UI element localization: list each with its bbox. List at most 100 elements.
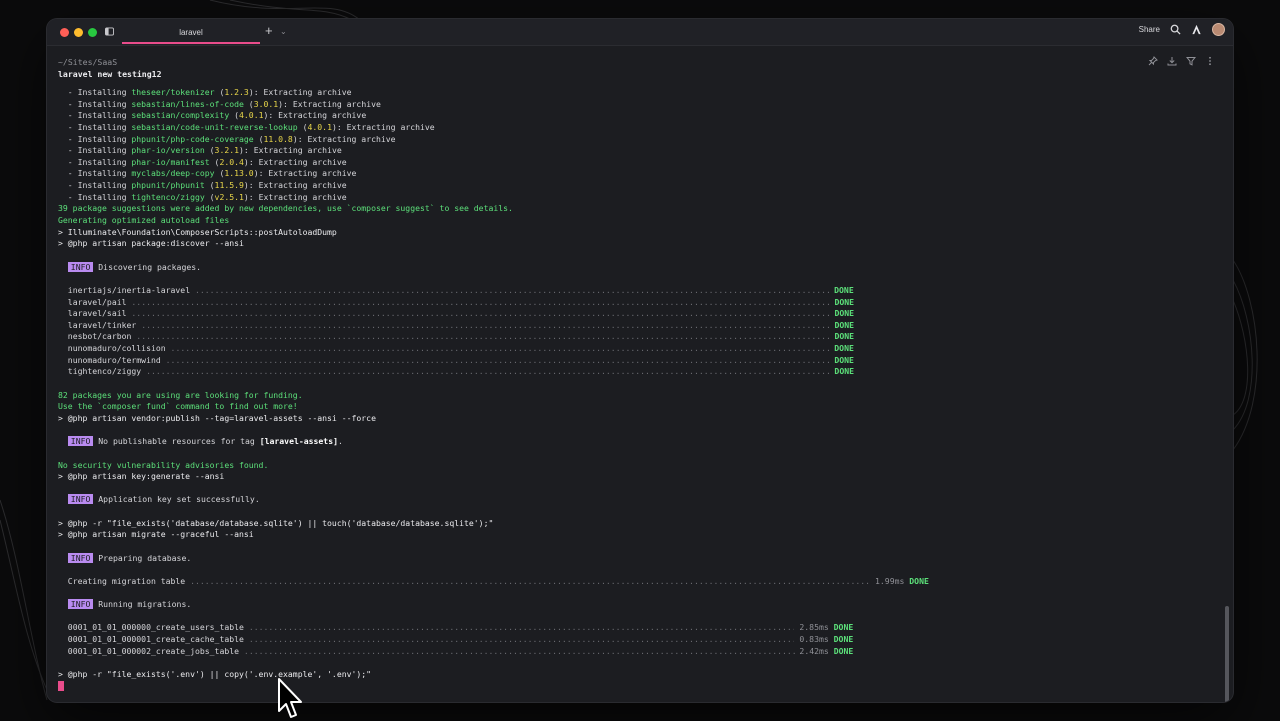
tab-laravel[interactable]: laravel xyxy=(122,19,260,45)
row-label: tightenco/ziggy xyxy=(67,366,142,377)
package-version: v2.5.1 xyxy=(214,191,244,202)
current-directory: ~/Sites/SaaS xyxy=(58,57,118,67)
install-line: - Installing tightenco/ziggy (v2.5.1): E… xyxy=(58,191,347,202)
row-label: 0001_01_01_000000_create_users_table xyxy=(67,622,244,633)
package-version: 1.13.0 xyxy=(224,168,254,179)
text-cursor[interactable] xyxy=(58,681,64,692)
post-autoload-line: > Illuminate\Foundation\ComposerScripts:… xyxy=(58,226,337,237)
discovered-package-row: inertiajs/inertia-laravel ..............… xyxy=(67,284,854,295)
package-version: 3.0.1 xyxy=(253,98,279,109)
package-name: phar-io/manifest xyxy=(131,156,210,167)
migration-row: 0001_01_01_000000_create_users_table ...… xyxy=(67,622,854,633)
terminal-output: - Installing theseer/tokenizer (1.2.3): … xyxy=(58,81,1213,702)
package-version: 11.5.9 xyxy=(214,180,244,191)
title-bar: laravel + ⌄ Share xyxy=(47,19,1233,46)
discovering-text: Discovering packages. xyxy=(98,261,202,272)
mouse-pointer-icon xyxy=(278,678,302,718)
done-badge: DONE xyxy=(834,308,855,319)
more-options-icon[interactable] xyxy=(1205,56,1215,66)
install-line: - Installing phpunit/php-code-coverage (… xyxy=(58,133,396,144)
new-tab-button[interactable]: + xyxy=(265,24,273,38)
info-badge: INFO xyxy=(67,599,94,610)
discovered-package-row: laravel/pail ...........................… xyxy=(67,296,855,307)
migrations-list: 0001_01_01_000000_create_users_table ...… xyxy=(58,622,1213,657)
package-name: sebastian/complexity xyxy=(131,110,230,121)
block-actions xyxy=(1148,56,1215,66)
package-name: tightenco/ziggy xyxy=(131,191,205,202)
creating-table-row: Creating migration table ...............… xyxy=(67,575,929,586)
install-line: - Installing theseer/tokenizer (1.2.3): … xyxy=(58,87,352,97)
done-badge: DONE xyxy=(833,645,854,656)
suggestions-line: 39 package suggestions were added by new… xyxy=(58,203,513,214)
row-label: nunomaduro/termwind xyxy=(67,354,161,365)
avatar[interactable] xyxy=(1212,23,1225,36)
discovered-packages-list: inertiajs/inertia-laravel ..............… xyxy=(58,285,1213,378)
sidebar-toggle-icon[interactable] xyxy=(105,27,114,36)
install-line: - Installing phpunit/phpunit (11.5.9): E… xyxy=(58,180,347,191)
package-name: phpunit/phpunit xyxy=(131,180,205,191)
done-badge: DONE xyxy=(834,331,855,342)
row-label: 0001_01_01_000001_create_cache_table xyxy=(67,634,244,645)
vendor-publish-command: > @php artisan vendor:publish --tag=lara… xyxy=(58,412,376,423)
discovered-package-row: laravel/tinker .........................… xyxy=(67,319,855,330)
install-line: - Installing phar-io/version (3.2.1): Ex… xyxy=(58,145,342,156)
row-label: 0001_01_01_000002_create_jobs_table xyxy=(67,645,240,656)
pin-icon[interactable] xyxy=(1148,56,1158,66)
duration: 2.42ms xyxy=(799,645,829,656)
no-vulnerability-line: No security vulnerability advisories fou… xyxy=(58,459,269,470)
discovered-package-row: nunomaduro/termwind ....................… xyxy=(67,354,854,365)
package-name: sebastian/lines-of-code xyxy=(131,98,244,109)
row-label: inertiajs/inertia-laravel xyxy=(67,284,191,295)
duration: 2.85ms xyxy=(799,622,829,633)
info-badge: INFO xyxy=(67,261,94,272)
no-publishable-text: No publishable resources for tag xyxy=(98,436,260,447)
install-line: - Installing sebastian/complexity (4.0.1… xyxy=(58,110,367,121)
install-line: - Installing sebastian/code-unit-reverse… xyxy=(58,121,435,132)
done-badge: DONE xyxy=(833,634,854,645)
close-window-button[interactable] xyxy=(60,28,69,37)
warp-logo-icon[interactable] xyxy=(1191,24,1202,35)
discovered-package-row: tightenco/ziggy ........................… xyxy=(67,366,854,377)
search-icon[interactable] xyxy=(1170,24,1181,35)
package-version: 1.2.3 xyxy=(224,87,249,97)
done-badge: DONE xyxy=(834,354,854,365)
filter-icon[interactable] xyxy=(1186,56,1196,66)
block-header: ~/Sites/SaaS laravel new testing12 xyxy=(58,56,162,80)
tab-label: laravel xyxy=(179,27,203,37)
info-badge: INFO xyxy=(67,552,94,563)
done-badge: DONE xyxy=(834,366,854,377)
install-line: - Installing phar-io/manifest (2.0.4): E… xyxy=(58,156,347,167)
package-name: sebastian/code-unit-reverse-lookup xyxy=(131,121,298,132)
install-line: - Installing sebastian/lines-of-code (3.… xyxy=(58,98,381,109)
minimize-window-button[interactable] xyxy=(74,28,83,37)
done-badge: DONE xyxy=(834,284,854,295)
funding-line-1: 82 packages you are using are looking fo… xyxy=(58,389,303,400)
preparing-db-text: Preparing database. xyxy=(98,552,192,563)
package-version: 11.0.8 xyxy=(263,133,293,144)
package-version: 3.2.1 xyxy=(214,145,240,156)
install-line: - Installing myclabs/deep-copy (1.13.0):… xyxy=(58,168,357,179)
package-name: myclabs/deep-copy xyxy=(131,168,215,179)
row-label: nesbot/carbon xyxy=(67,331,132,342)
package-name: phpunit/php-code-coverage xyxy=(131,133,254,144)
download-icon[interactable] xyxy=(1167,56,1177,66)
package-version: 2.0.4 xyxy=(219,156,244,167)
discovered-package-row: nesbot/carbon ..........................… xyxy=(67,331,855,342)
keygen-command: > @php artisan key:generate --ansi xyxy=(58,471,225,482)
row-label: nunomaduro/collision xyxy=(67,343,166,354)
package-version: 4.0.1 xyxy=(239,110,264,121)
done-badge: DONE xyxy=(833,622,854,633)
zoom-window-button[interactable] xyxy=(88,28,97,37)
key-set-text: Application key set successfully. xyxy=(98,494,260,505)
package-name: phar-io/version xyxy=(131,145,205,156)
share-button[interactable]: Share xyxy=(1139,25,1160,34)
package-discover-command: > @php artisan package:discover --ansi xyxy=(58,238,244,249)
terminal-window: laravel + ⌄ Share ~/Sites/SaaS laravel n… xyxy=(47,19,1233,702)
chevron-down-icon[interactable]: ⌄ xyxy=(280,27,287,36)
info-badge: INFO xyxy=(67,436,94,447)
row-label: laravel/sail xyxy=(67,308,127,319)
autoload-line: Generating optimized autoload files xyxy=(58,215,230,226)
migration-row: 0001_01_01_000001_create_cache_table ...… xyxy=(67,634,854,645)
scrollbar[interactable] xyxy=(1225,606,1229,702)
discovered-package-row: laravel/sail ...........................… xyxy=(67,308,855,319)
